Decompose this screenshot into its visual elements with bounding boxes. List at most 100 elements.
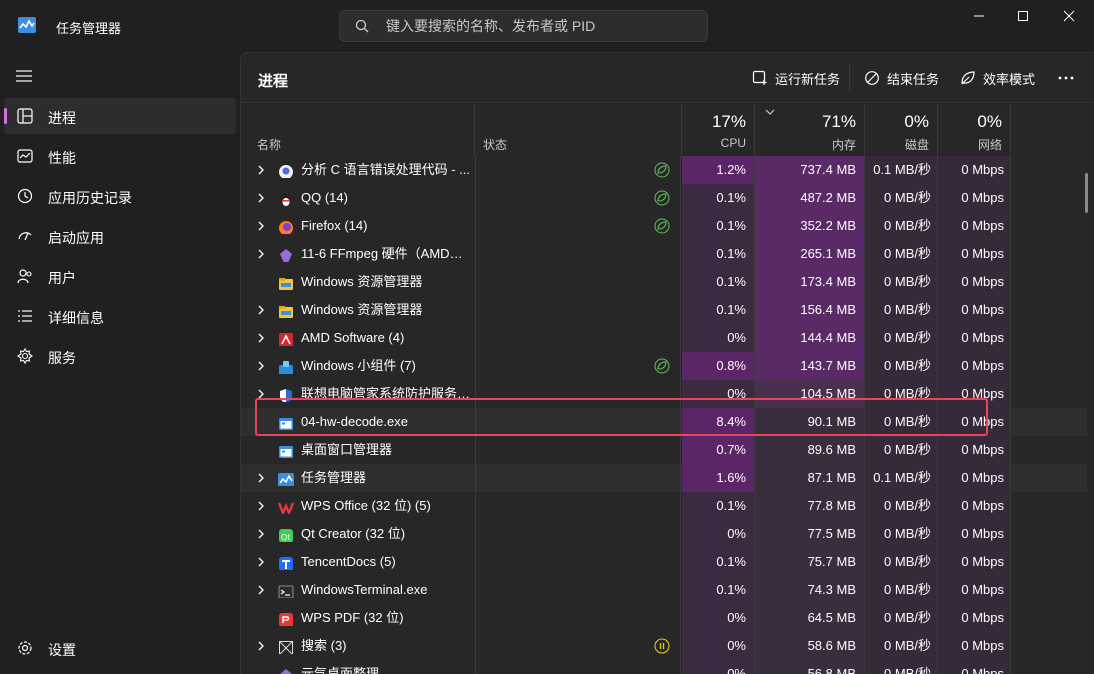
disk-cell: 0 MB/秒 [865,436,938,464]
expand-chevron-icon[interactable] [255,184,275,212]
sidebar-item-processes[interactable]: 进程 [4,98,236,134]
sidebar-item-services[interactable]: 服务 [4,338,236,374]
process-row[interactable]: Firefox (14) 0.1% 352.2 MB 0 MB/秒 0 Mbps [241,212,1087,240]
expand-chevron-icon[interactable] [255,492,275,520]
maximize-icon [1018,11,1028,21]
network-cell: 0 Mbps [938,408,1011,436]
sidebar-item-label: 进程 [48,110,76,126]
expand-chevron-icon[interactable] [255,240,275,268]
disk-cell: 0.1 MB/秒 [865,464,938,492]
window-icon [278,442,294,458]
active-indicator [4,108,7,124]
network-cell: 0 Mbps [938,520,1011,548]
efficiency-leaf-icon [654,162,670,178]
expand-chevron-icon[interactable] [255,576,275,604]
process-row[interactable]: Windows 资源管理器 0.1% 156.4 MB 0 MB/秒 0 Mbps [241,296,1087,324]
sidebar-item-app-history[interactable]: 应用历史记录 [4,178,236,214]
network-cell: 0 Mbps [938,492,1011,520]
process-row[interactable]: 桌面窗口管理器 0.7% 89.6 MB 0 MB/秒 0 Mbps [241,436,1087,464]
process-row[interactable]: Windows 小组件 (7) 0.8% 143.7 MB 0 MB/秒 0 Mbps [241,352,1087,380]
memory-cell: 104.5 MB [755,380,865,408]
memory-cell: 173.4 MB [755,268,865,296]
cpu-cell: 0.7% [682,436,755,464]
expand-chevron-icon[interactable] [255,212,275,240]
sort-descending-icon [765,109,775,115]
sidebar-item-details[interactable]: 详细信息 [4,298,236,334]
process-row[interactable]: TencentDocs (5) 0.1% 75.7 MB 0 MB/秒 0 Mbps [241,548,1087,576]
cpu-cell: 0% [682,380,755,408]
run-new-task-button[interactable]: 运行新任务 [752,67,840,89]
process-row[interactable]: QQ (14) 0.1% 487.2 MB 0 MB/秒 0 Mbps [241,184,1087,212]
process-name: WPS Office (32 位) (5) [301,498,431,513]
cpu-cell: 0.8% [682,352,755,380]
column-network[interactable]: 0% 网络 [938,104,1011,156]
expand-chevron-icon[interactable] [255,632,275,660]
close-button[interactable] [1046,0,1092,32]
sidebar-item-users[interactable]: 用户 [4,258,236,294]
network-cell: 0 Mbps [938,352,1011,380]
process-name: Firefox (14) [301,218,368,233]
column-memory[interactable]: 71% 内存 [755,104,865,156]
process-row[interactable]: WindowsTerminal.exe 0.1% 74.3 MB 0 MB/秒 0 Mb… [241,576,1087,604]
cpu-cell: 0.1% [682,184,755,212]
process-row[interactable]: WPS Office (32 位) (5) 0.1% 77.8 MB 0 MB/秒 0 … [241,492,1087,520]
process-row[interactable]: WPS PDF (32 位) 0% 64.5 MB 0 MB/秒 0 Mbps [241,604,1087,632]
disk-cell: 0 MB/秒 [865,296,938,324]
end-task-button[interactable]: 结束任务 [864,67,939,89]
search-input[interactable] [386,11,696,41]
cpu-cell: 0% [682,324,755,352]
memory-cell: 56.8 MB [755,660,865,674]
process-name: 联想电脑管家系统防护服务 (3... [301,386,473,401]
sidebar-item-label: 服务 [48,350,76,366]
paused-icon [654,638,670,654]
process-row[interactable]: 11-6 FFmpeg 硬件（AMD）... 0.1% 265.1 MB 0 MB/秒… [241,240,1087,268]
column-cpu[interactable]: 17% CPU [682,104,755,156]
process-row[interactable]: Qt Qt Creator (32 位) 0% 77.5 MB 0 MB/秒 0 Mbps [241,520,1087,548]
toolbar-divider [849,65,850,91]
process-row[interactable]: 任务管理器 1.6% 87.1 MB 0.1 MB/秒 0 Mbps [241,464,1087,492]
column-disk[interactable]: 0% 磁盘 [865,104,938,156]
expand-chevron-icon[interactable] [255,380,275,408]
sidebar-item-startup[interactable]: 启动应用 [4,218,236,254]
expand-chevron-icon[interactable] [255,296,275,324]
process-row[interactable]: Windows 资源管理器 0.1% 173.4 MB 0 MB/秒 0 Mbps [241,268,1087,296]
expand-chevron-icon[interactable] [255,548,275,576]
scrollbar[interactable] [1085,173,1088,213]
column-name[interactable]: 名称 [241,104,475,156]
hamburger-menu-icon[interactable] [14,68,34,84]
sidebar-item-settings[interactable]: 设置 [4,630,236,666]
column-status[interactable]: 状态 [475,104,682,156]
minimize-button[interactable] [956,0,1002,32]
process-row[interactable]: 分析 C 语言错误处理代码 - ... 1.2% 737.4 MB 0.1 MB/秒 0… [241,156,1087,184]
sidebar-item-performance[interactable]: 性能 [4,138,236,174]
expand-chevron-icon[interactable] [255,352,275,380]
disk-cell: 0.1 MB/秒 [865,156,938,184]
expand-chevron-icon[interactable] [255,464,275,492]
sidebar-item-label: 用户 [48,270,76,286]
cpu-cell: 0.1% [682,548,755,576]
process-row[interactable]: 搜索 (3) 0% 58.6 MB 0 MB/秒 0 Mbps [241,632,1087,660]
disk-cell: 0 MB/秒 [865,604,938,632]
process-row[interactable]: 元气桌面整理 0% 56.8 MB 0 MB/秒 0 Mbps [241,660,1087,674]
column-memory-label: 内存 [831,138,856,152]
process-row[interactable]: 04-hw-decode.exe 8.4% 90.1 MB 0 MB/秒 0 Mbps [241,408,1087,436]
disk-cell: 0 MB/秒 [865,492,938,520]
expand-chevron-icon[interactable] [255,520,275,548]
expand-chevron-icon[interactable] [255,156,275,184]
maximize-button[interactable] [1000,0,1046,32]
efficiency-mode-button[interactable]: 效率模式 [960,67,1035,89]
more-options-button[interactable] [1057,67,1082,89]
folder-icon [278,274,294,290]
process-row[interactable]: 联想电脑管家系统防护服务 (3... 0% 104.5 MB 0 MB/秒 0 Mbps [241,380,1087,408]
network-cell: 0 Mbps [938,324,1011,352]
disk-cell: 0 MB/秒 [865,352,938,380]
expand-chevron-icon[interactable] [255,324,275,352]
minimize-icon [974,15,984,17]
process-name: QQ (14) [301,190,348,205]
cpu-cell: 0.1% [682,268,755,296]
process-row[interactable]: AMD Software (4) 0% 144.4 MB 0 MB/秒 0 Mbps [241,324,1087,352]
cpu-cell: 0% [682,520,755,548]
cpu-total: 17% [711,112,746,131]
search-box[interactable] [339,10,708,42]
memory-cell: 87.1 MB [755,464,865,492]
